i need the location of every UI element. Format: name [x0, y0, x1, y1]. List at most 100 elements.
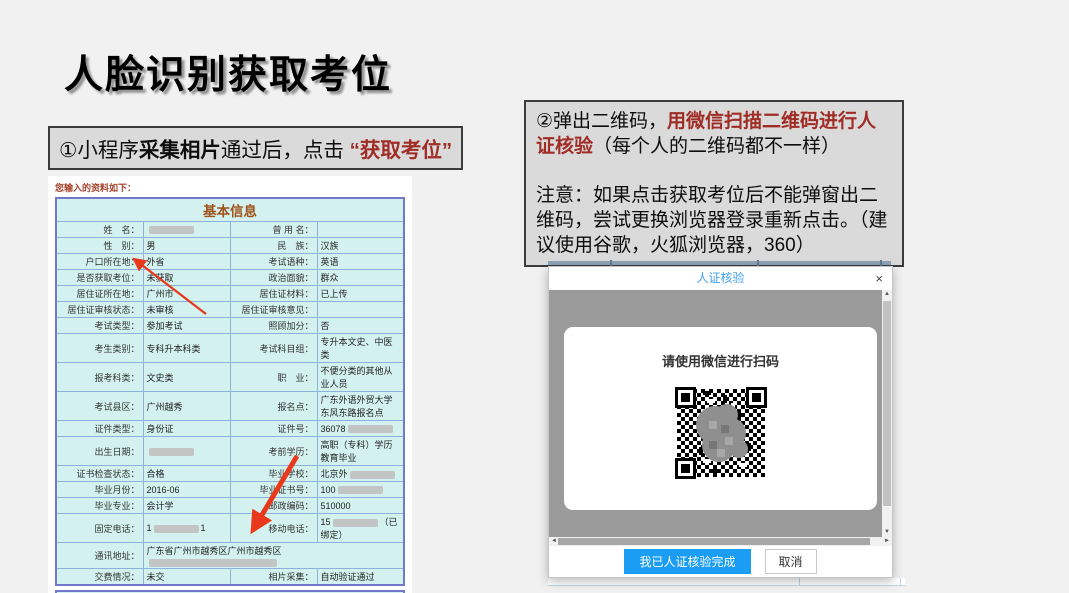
field-value: 广州市 [143, 286, 230, 302]
table-row: 居住证审核状态： 未审核 居住证审核意见： [56, 302, 404, 318]
scroll-down-icon[interactable]: ▼ [882, 528, 892, 537]
table-row: 考试类型： 参加考试 照顾加分： 否 [56, 318, 404, 334]
field-label: 报考科类： [56, 363, 143, 392]
page-title: 人脸识别获取考位 [64, 44, 392, 100]
field-value: 参加考试 [143, 318, 230, 334]
person-verification-dialog: 人证核验 × 请使用微信进行扫码 [548, 266, 893, 578]
qr-code-image [673, 385, 769, 481]
field-label: 固定电话： [56, 514, 143, 543]
field-value: 身份证 [143, 421, 230, 437]
redacted-blur [154, 525, 199, 533]
horizontal-scrollbar[interactable]: ◄ ► [549, 537, 892, 546]
field-value: 510000 [317, 498, 404, 514]
field-label: 交费情况： [56, 569, 143, 586]
scan-hint-text: 请使用微信进行扫码 [564, 351, 877, 370]
cancel-button[interactable]: 取消 [765, 549, 817, 574]
field-label: 姓 名： [56, 222, 143, 238]
field-value: 专升本文史、中医类 [317, 334, 404, 363]
background-page-bottom-edge [548, 578, 905, 586]
step1-text2: 通过后，点击 [221, 139, 350, 162]
qr-card: 请使用微信进行扫码 [564, 327, 877, 510]
dialog-titlebar: 人证核验 × [549, 267, 892, 290]
field-label: 考前学历： [230, 437, 317, 466]
field-value [317, 222, 404, 238]
field-label: 证书检查状态： [56, 466, 143, 482]
field-value: 未获取 [143, 270, 230, 286]
field-value: 北京外 [317, 466, 404, 482]
field-label: 考试县区： [56, 392, 143, 421]
form-intro-label: 您输入的资料如下： [55, 181, 412, 194]
field-label: 考试类型： [56, 318, 143, 334]
field-label: 照顾加分： [230, 318, 317, 334]
field-value: 未审核 [143, 302, 230, 318]
field-value: 高职（专科）学历教育毕业 [317, 437, 404, 466]
field-value: 100 [317, 482, 404, 498]
field-label: 户口所在地： [56, 254, 143, 270]
step1-highlight: “获取考位” [350, 139, 453, 162]
field-value: 会计学 [143, 498, 230, 514]
step1-text: ①小程序 [59, 139, 139, 162]
scroll-right-icon[interactable]: ► [884, 537, 890, 546]
table-row: 证书检查状态： 合格 毕业学校： 北京外 [56, 466, 404, 482]
field-value: 15（已绑定） [317, 514, 404, 543]
table-row: 毕业专业： 会计学 邮政编码： 510000 [56, 498, 404, 514]
scroll-left-icon[interactable]: ◄ [551, 537, 557, 546]
field-label: 证件号： [230, 421, 317, 437]
field-label: 报名点： [230, 392, 317, 421]
field-label: 出生日期： [56, 437, 143, 466]
table-row: 户口所在地： 外省 考试语种： 英语 [56, 254, 404, 270]
slide: 人脸识别获取考位 ①小程序采集相片通过后，点击 “获取考位” ②弹出二维码，用微… [0, 0, 1069, 593]
field-value [143, 437, 230, 466]
field-value: 英语 [317, 254, 404, 270]
field-value: 11 [143, 514, 230, 543]
table-row: 固定电话： 11 移动电话： 15（已绑定） [56, 514, 404, 543]
field-label: 曾 用 名： [230, 222, 317, 238]
step2-line1: ②弹出二维码，用微信扫描二维码进行人证核验（每个人的二维码都不一样） [536, 109, 892, 159]
table-row: 居住证所在地： 广州市 居住证材料： 已上传 [56, 286, 404, 302]
basic-info-header: 基本信息 [56, 198, 404, 222]
step2-callout: ②弹出二维码，用微信扫描二维码进行人证核验（每个人的二维码都不一样） 注意：如果… [524, 100, 904, 267]
field-label: 职 业： [230, 363, 317, 392]
redacted-blur [149, 226, 194, 234]
field-value: 文史类 [143, 363, 230, 392]
field-value: 男 [143, 238, 230, 254]
table-row: 考试县区： 广州越秀 报名点： 广东外语外贸大学东风东路报名点 [56, 392, 404, 421]
table-row: 证件类型： 身份证 证件号： 36078 [56, 421, 404, 437]
field-label: 居住证审核意见： [230, 302, 317, 318]
dialog-footer: 我已人证核验完成 取消 [549, 546, 892, 577]
redacted-blur [149, 448, 194, 456]
field-label: 居住证材料： [230, 286, 317, 302]
field-label: 考试科目组： [230, 334, 317, 363]
table-row-address: 通讯地址： 广东省广州市越秀区广州市越秀区 [56, 543, 404, 569]
verification-complete-button[interactable]: 我已人证核验完成 [624, 549, 750, 574]
field-value [143, 222, 230, 238]
registration-form-screenshot: 您输入的资料如下： 基本信息 姓 名： 曾 用 名： 性 别： 男 [48, 176, 412, 593]
redacted-blur [350, 471, 395, 479]
redacted-blur [348, 425, 393, 433]
basic-info-table: 基本信息 姓 名： 曾 用 名： 性 别： 男 民 族： 汉 [55, 197, 405, 586]
field-value: 已上传 [317, 286, 404, 302]
table-row: 性 别： 男 民 族： 汉族 [56, 238, 404, 254]
field-value [317, 302, 404, 318]
field-label: 考试语种： [230, 254, 317, 270]
field-label: 毕业学校： [230, 466, 317, 482]
horizontal-scroll-thumb[interactable] [558, 538, 870, 545]
field-value: 2016-06 [143, 482, 230, 498]
dialog-body: 请使用微信进行扫码 [549, 290, 892, 546]
field-label: 居住证审核状态： [56, 302, 143, 318]
close-icon[interactable]: × [875, 267, 883, 290]
vertical-scrollbar[interactable]: ▲ ▼ [882, 290, 892, 537]
field-label: 性 别： [56, 238, 143, 254]
step1-bold: 采集相片 [139, 139, 221, 162]
field-label: 考生类别： [56, 334, 143, 363]
table-row: 出生日期： 考前学历： 高职（专科）学历教育毕业 [56, 437, 404, 466]
field-label: 邮政编码： [230, 498, 317, 514]
field-label: 居住证所在地： [56, 286, 143, 302]
field-label: 通讯地址： [56, 543, 143, 569]
field-value: 36078 [317, 421, 404, 437]
field-label: 是否获取考位： [56, 270, 143, 286]
redacted-blur [149, 559, 277, 567]
table-row: 毕业月份： 2016-06 毕业证书号： 100 [56, 482, 404, 498]
scroll-up-icon[interactable]: ▲ [882, 290, 892, 299]
vertical-scroll-thumb[interactable] [883, 301, 891, 506]
